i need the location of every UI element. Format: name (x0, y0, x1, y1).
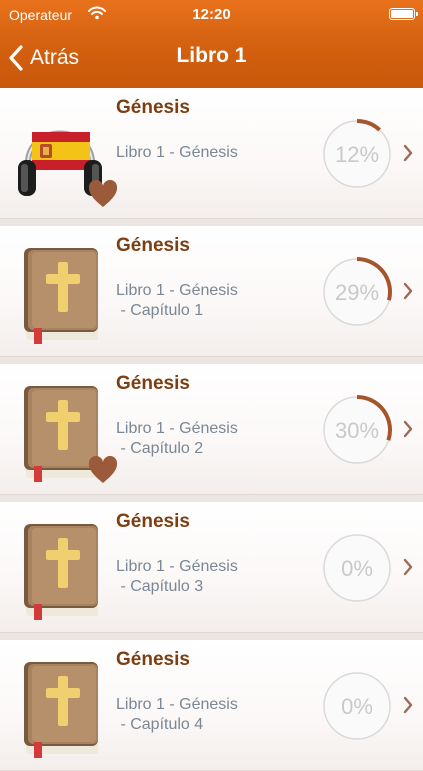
list-item[interactable]: Génesis Libro 1 - Génesis - Capítulo 2 3… (0, 364, 423, 495)
navigation-bar: Atrás Libro 1 (0, 30, 423, 88)
list-item[interactable]: Génesis Libro 1 - Génesis - Capítulo 3 0… (0, 502, 423, 633)
status-bar: Operateur 12:20 (0, 0, 423, 30)
progress-label: 30% (335, 418, 379, 443)
item-title: Génesis (116, 235, 190, 256)
item-subtitle: Libro 1 - Génesis (116, 144, 238, 161)
progress-ring: 0% (323, 672, 391, 740)
bible-book-icon (14, 240, 110, 350)
item-title: Génesis (116, 97, 190, 118)
battery-icon (389, 8, 418, 20)
top-bar: Operateur 12:20 Atrás Libro 1 (0, 0, 423, 88)
item-subtitle: Libro 1 - Génesis - Capítulo 3 (116, 558, 238, 595)
item-title: Génesis (116, 373, 190, 394)
chevron-right-icon (403, 696, 413, 714)
chevron-right-icon (403, 420, 413, 438)
page-title: Libro 1 (176, 44, 247, 67)
progress-ring: 30% (323, 395, 392, 464)
progress-ring: 12% (323, 119, 391, 188)
progress-ring: 29% (323, 257, 392, 326)
item-subtitle: Libro 1 - Génesis - Capítulo 2 (116, 420, 238, 457)
chevron-right-icon (403, 144, 413, 162)
chevron-right-icon (403, 558, 413, 576)
bible-book-icon (14, 654, 110, 764)
item-title: Génesis (116, 649, 190, 670)
favorite-heart-icon (88, 180, 118, 207)
item-subtitle: Libro 1 - Génesis - Capítulo 4 (116, 696, 238, 733)
chevron-right-icon (403, 282, 413, 300)
item-title: Génesis (116, 511, 190, 532)
progress-label: 0% (341, 556, 373, 581)
list-item[interactable]: Génesis Libro 1 - Génesis - Capítulo 1 2… (0, 226, 423, 357)
item-subtitle: Libro 1 - Génesis - Capítulo 1 (116, 282, 238, 319)
progress-label: 0% (341, 694, 373, 719)
list-item[interactable]: Génesis Libro 1 - Génesis 12% (0, 88, 423, 219)
progress-label: 29% (335, 280, 379, 305)
list-item[interactable]: Génesis Libro 1 - Génesis - Capítulo 4 0… (0, 640, 423, 771)
progress-ring: 0% (323, 534, 391, 602)
progress-label: 12% (335, 142, 379, 167)
favorite-heart-icon (88, 456, 118, 483)
status-time: 12:20 (192, 6, 231, 23)
bible-book-icon (14, 516, 110, 626)
